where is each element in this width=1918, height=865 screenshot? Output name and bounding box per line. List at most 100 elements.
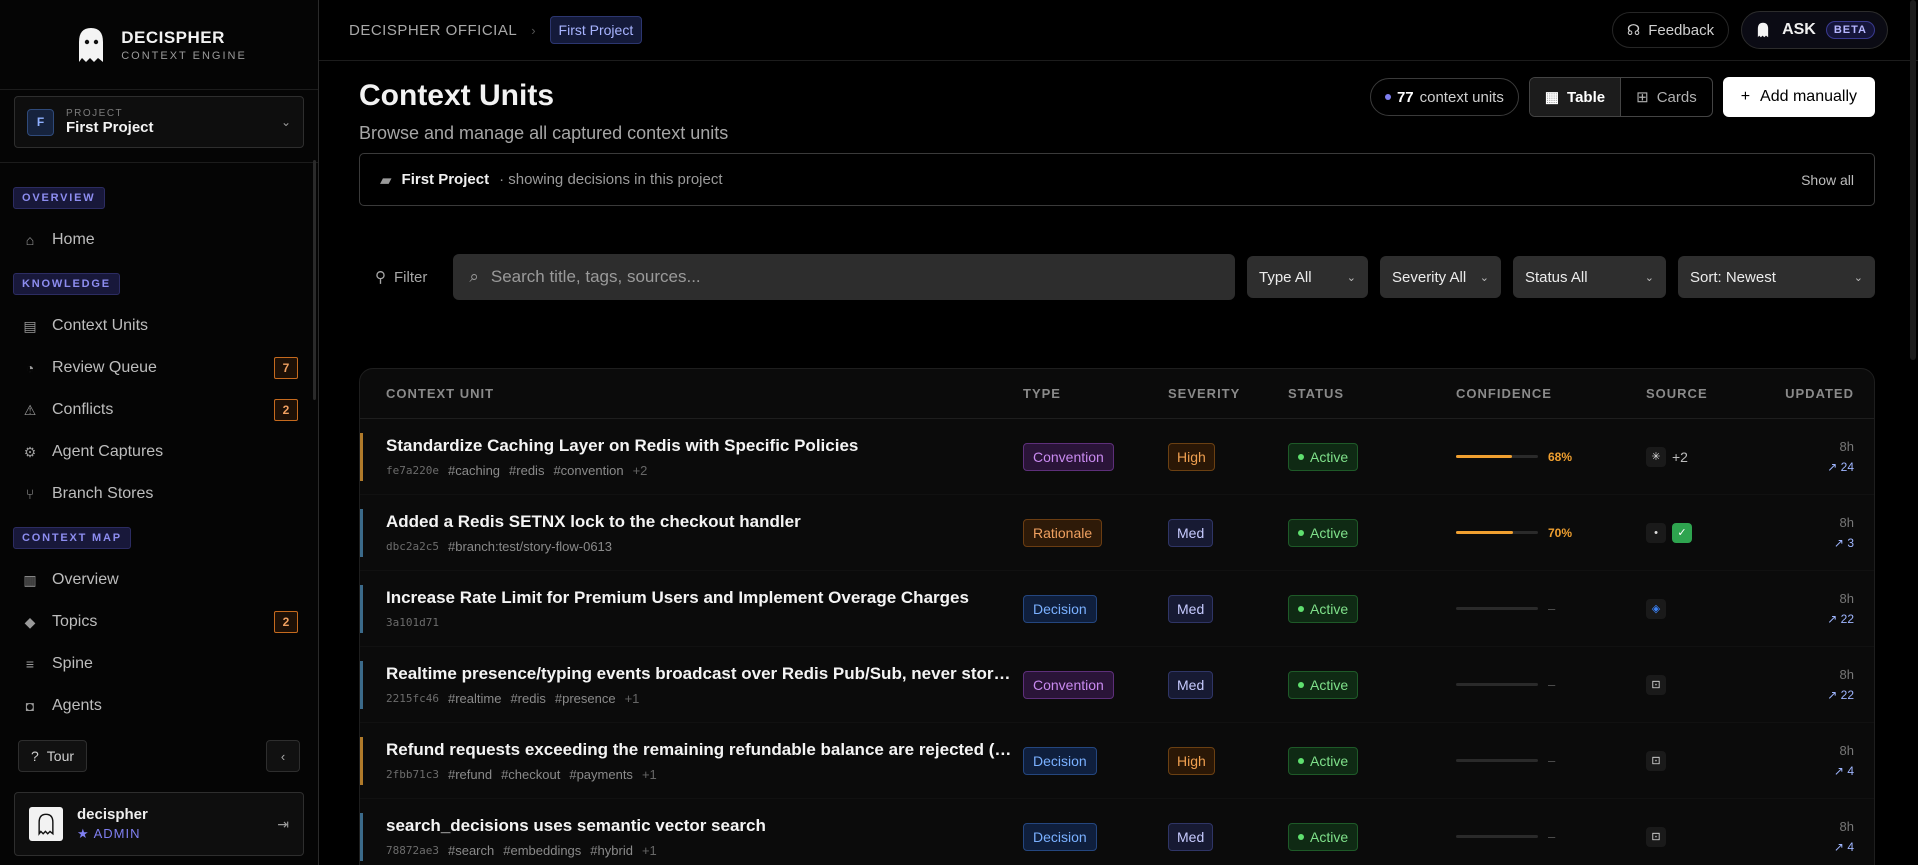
sidebar-item-branch-stores[interactable]: ⑂ Branch Stores: [0, 473, 318, 515]
row-tag[interactable]: #caching: [448, 463, 500, 478]
project-switcher[interactable]: F PROJECT First Project ⌄: [14, 96, 304, 148]
view-table-button[interactable]: ▦ Table: [1529, 78, 1622, 116]
row-title[interactable]: search_decisions uses semantic vector se…: [386, 816, 1016, 836]
updated-time: 8h: [1839, 591, 1854, 606]
view-cards-button[interactable]: ⊞ Cards: [1621, 78, 1712, 116]
type-badge: Decision: [1023, 746, 1097, 775]
row-tag[interactable]: #redis: [509, 463, 544, 478]
confidence-meter: –: [1456, 753, 1646, 768]
sidebar-item-review-queue[interactable]: ◔ Review Queue 7: [0, 347, 318, 389]
confidence-meter: –: [1456, 601, 1646, 616]
status-filter-select[interactable]: Status All ⌄: [1513, 256, 1666, 298]
row-tag[interactable]: #branch:test/story-flow-0613: [448, 539, 612, 554]
row-tag[interactable]: #checkout: [501, 767, 560, 782]
reference-count[interactable]: ↗ 22: [1756, 612, 1854, 626]
breadcrumb-org[interactable]: DECISPHER OFFICIAL: [349, 22, 517, 39]
filter-button[interactable]: ⚲ Filter: [359, 268, 441, 287]
column-header-source[interactable]: SOURCE: [1646, 386, 1756, 401]
sidebar-item-label: Home: [52, 231, 95, 248]
tour-button[interactable]: ? Tour: [18, 740, 88, 772]
arrow-up-right-icon: ↗: [1827, 688, 1841, 702]
logout-icon[interactable]: ⇥: [277, 816, 289, 833]
row-tag[interactable]: #realtime: [448, 691, 501, 706]
user-card[interactable]: decispher ★ ADMIN ⇥: [14, 792, 304, 856]
table-row[interactable]: Standardize Caching Layer on Redis with …: [360, 419, 1874, 495]
sidebar-item-spine[interactable]: ≡ Spine: [0, 643, 318, 685]
feedback-button[interactable]: ☊ Feedback: [1611, 12, 1730, 48]
column-header-severity[interactable]: SEVERITY: [1168, 386, 1288, 401]
sidebar-item-context-units[interactable]: ▤ Context Units: [0, 305, 318, 347]
breadcrumb-project[interactable]: First Project: [549, 16, 643, 44]
row-tag[interactable]: #refund: [448, 767, 492, 782]
search-input[interactable]: ⌕ Search title, tags, sources...: [453, 254, 1235, 300]
context-unit-cell: Increase Rate Limit for Premium Users an…: [360, 588, 1023, 629]
row-tag[interactable]: #redis: [510, 691, 545, 706]
column-header-status[interactable]: STATUS: [1288, 386, 1456, 401]
row-tag[interactable]: #embeddings: [503, 843, 581, 858]
row-title[interactable]: Added a Redis SETNX lock to the checkout…: [386, 512, 1016, 532]
context-unit-cell: search_decisions uses semantic vector se…: [360, 816, 1023, 858]
sidebar-item-conflicts[interactable]: ⚠ Conflicts 2: [0, 389, 318, 431]
spark-icon[interactable]: ✳: [1646, 446, 1666, 467]
sidebar-item-home[interactable]: ⌂ Home: [0, 219, 318, 261]
row-tag[interactable]: #presence: [555, 691, 616, 706]
table-row[interactable]: Refund requests exceeding the remaining …: [360, 723, 1874, 799]
filter-bar: ⚲ Filter ⌕ Search title, tags, sources..…: [359, 254, 1875, 300]
row-title[interactable]: Increase Rate Limit for Premium Users an…: [386, 588, 1016, 608]
nav-section-knowledge: KNOWLEDGE: [13, 273, 120, 295]
reference-count[interactable]: ↗ 22: [1756, 688, 1854, 702]
add-manually-button[interactable]: + Add manually: [1722, 77, 1875, 117]
check-source-icon[interactable]: ✓: [1672, 522, 1692, 543]
context-unit-cell: Realtime presence/typing events broadcas…: [360, 664, 1023, 706]
status-dot-icon: [1298, 757, 1304, 764]
severity-filter-select[interactable]: Severity All ⌄: [1380, 256, 1501, 298]
ask-button[interactable]: ASK BETA: [1741, 11, 1888, 49]
sidebar-item-overview[interactable]: ▥ Overview: [0, 559, 318, 601]
confidence-cell: –: [1456, 829, 1646, 844]
branch-icon: ⑂: [25, 486, 35, 502]
sidebar-item-topics[interactable]: ◆ Topics 2: [0, 601, 318, 643]
show-all-button[interactable]: Show all: [1801, 172, 1854, 188]
context-units-table: CONTEXT UNIT TYPE SEVERITY STATUS CONFIDENCE…: [359, 368, 1875, 865]
row-accent-bar: [360, 509, 363, 557]
brand-logo[interactable]: DECISPHER CONTEXT ENGINE: [0, 0, 318, 90]
sidebar-scrollbar[interactable]: [313, 160, 316, 400]
column-header-type[interactable]: TYPE: [1023, 386, 1168, 401]
sort-select[interactable]: Sort: Newest ⌄: [1678, 256, 1875, 298]
reference-count[interactable]: ↗ 3: [1756, 536, 1854, 550]
page-scrollbar[interactable]: [1910, 0, 1916, 360]
robot-icon[interactable]: ⊡: [1646, 750, 1666, 771]
table-row[interactable]: search_decisions uses semantic vector se…: [360, 799, 1874, 865]
sidebar-nav: OVERVIEW ⌂ Home KNOWLEDGE ▤ Context Units ◔ Rev…: [0, 163, 318, 743]
sidebar-item-agent-captures[interactable]: ⚙ Agent Captures: [0, 431, 318, 473]
row-tag[interactable]: #payments: [569, 767, 633, 782]
row-tag[interactable]: #convention: [553, 463, 623, 478]
row-title[interactable]: Realtime presence/typing events broadcas…: [386, 664, 1016, 684]
table-row[interactable]: Realtime presence/typing events broadcas…: [360, 647, 1874, 723]
table-row[interactable]: Added a Redis SETNX lock to the checkout…: [360, 495, 1874, 571]
reference-count[interactable]: ↗ 4: [1756, 764, 1854, 778]
confidence-cell: 70%: [1456, 526, 1646, 540]
robot-icon[interactable]: ⊡: [1646, 674, 1666, 695]
robot-icon[interactable]: ⊡: [1646, 826, 1666, 847]
collapse-sidebar-button[interactable]: ‹: [266, 740, 300, 772]
row-title[interactable]: Standardize Caching Layer on Redis with …: [386, 436, 1016, 456]
table-row[interactable]: Increase Rate Limit for Premium Users an…: [360, 571, 1874, 647]
type-filter-select[interactable]: Type All ⌄: [1247, 256, 1368, 298]
reference-count[interactable]: ↗ 4: [1756, 840, 1854, 854]
status-badge: Active: [1288, 746, 1359, 775]
reference-count[interactable]: ↗ 24: [1756, 460, 1854, 474]
column-header-confidence[interactable]: CONFIDENCE: [1456, 386, 1646, 401]
row-accent-bar: [360, 737, 363, 785]
type-badge: Convention: [1023, 670, 1114, 699]
sidebar-item-agents[interactable]: ◘ Agents: [0, 685, 318, 727]
row-title[interactable]: Refund requests exceeding the remaining …: [386, 740, 1016, 760]
row-id: fe7a220e: [386, 463, 439, 477]
column-header-context-unit[interactable]: CONTEXT UNIT: [360, 386, 1023, 401]
dot-icon[interactable]: •: [1646, 522, 1666, 543]
confidence-fill: [1456, 531, 1514, 534]
jira-icon[interactable]: ◈: [1646, 598, 1666, 619]
row-tag[interactable]: #hybrid: [590, 843, 633, 858]
column-header-updated[interactable]: UPDATED: [1756, 386, 1874, 401]
row-tag[interactable]: #search: [448, 843, 494, 858]
